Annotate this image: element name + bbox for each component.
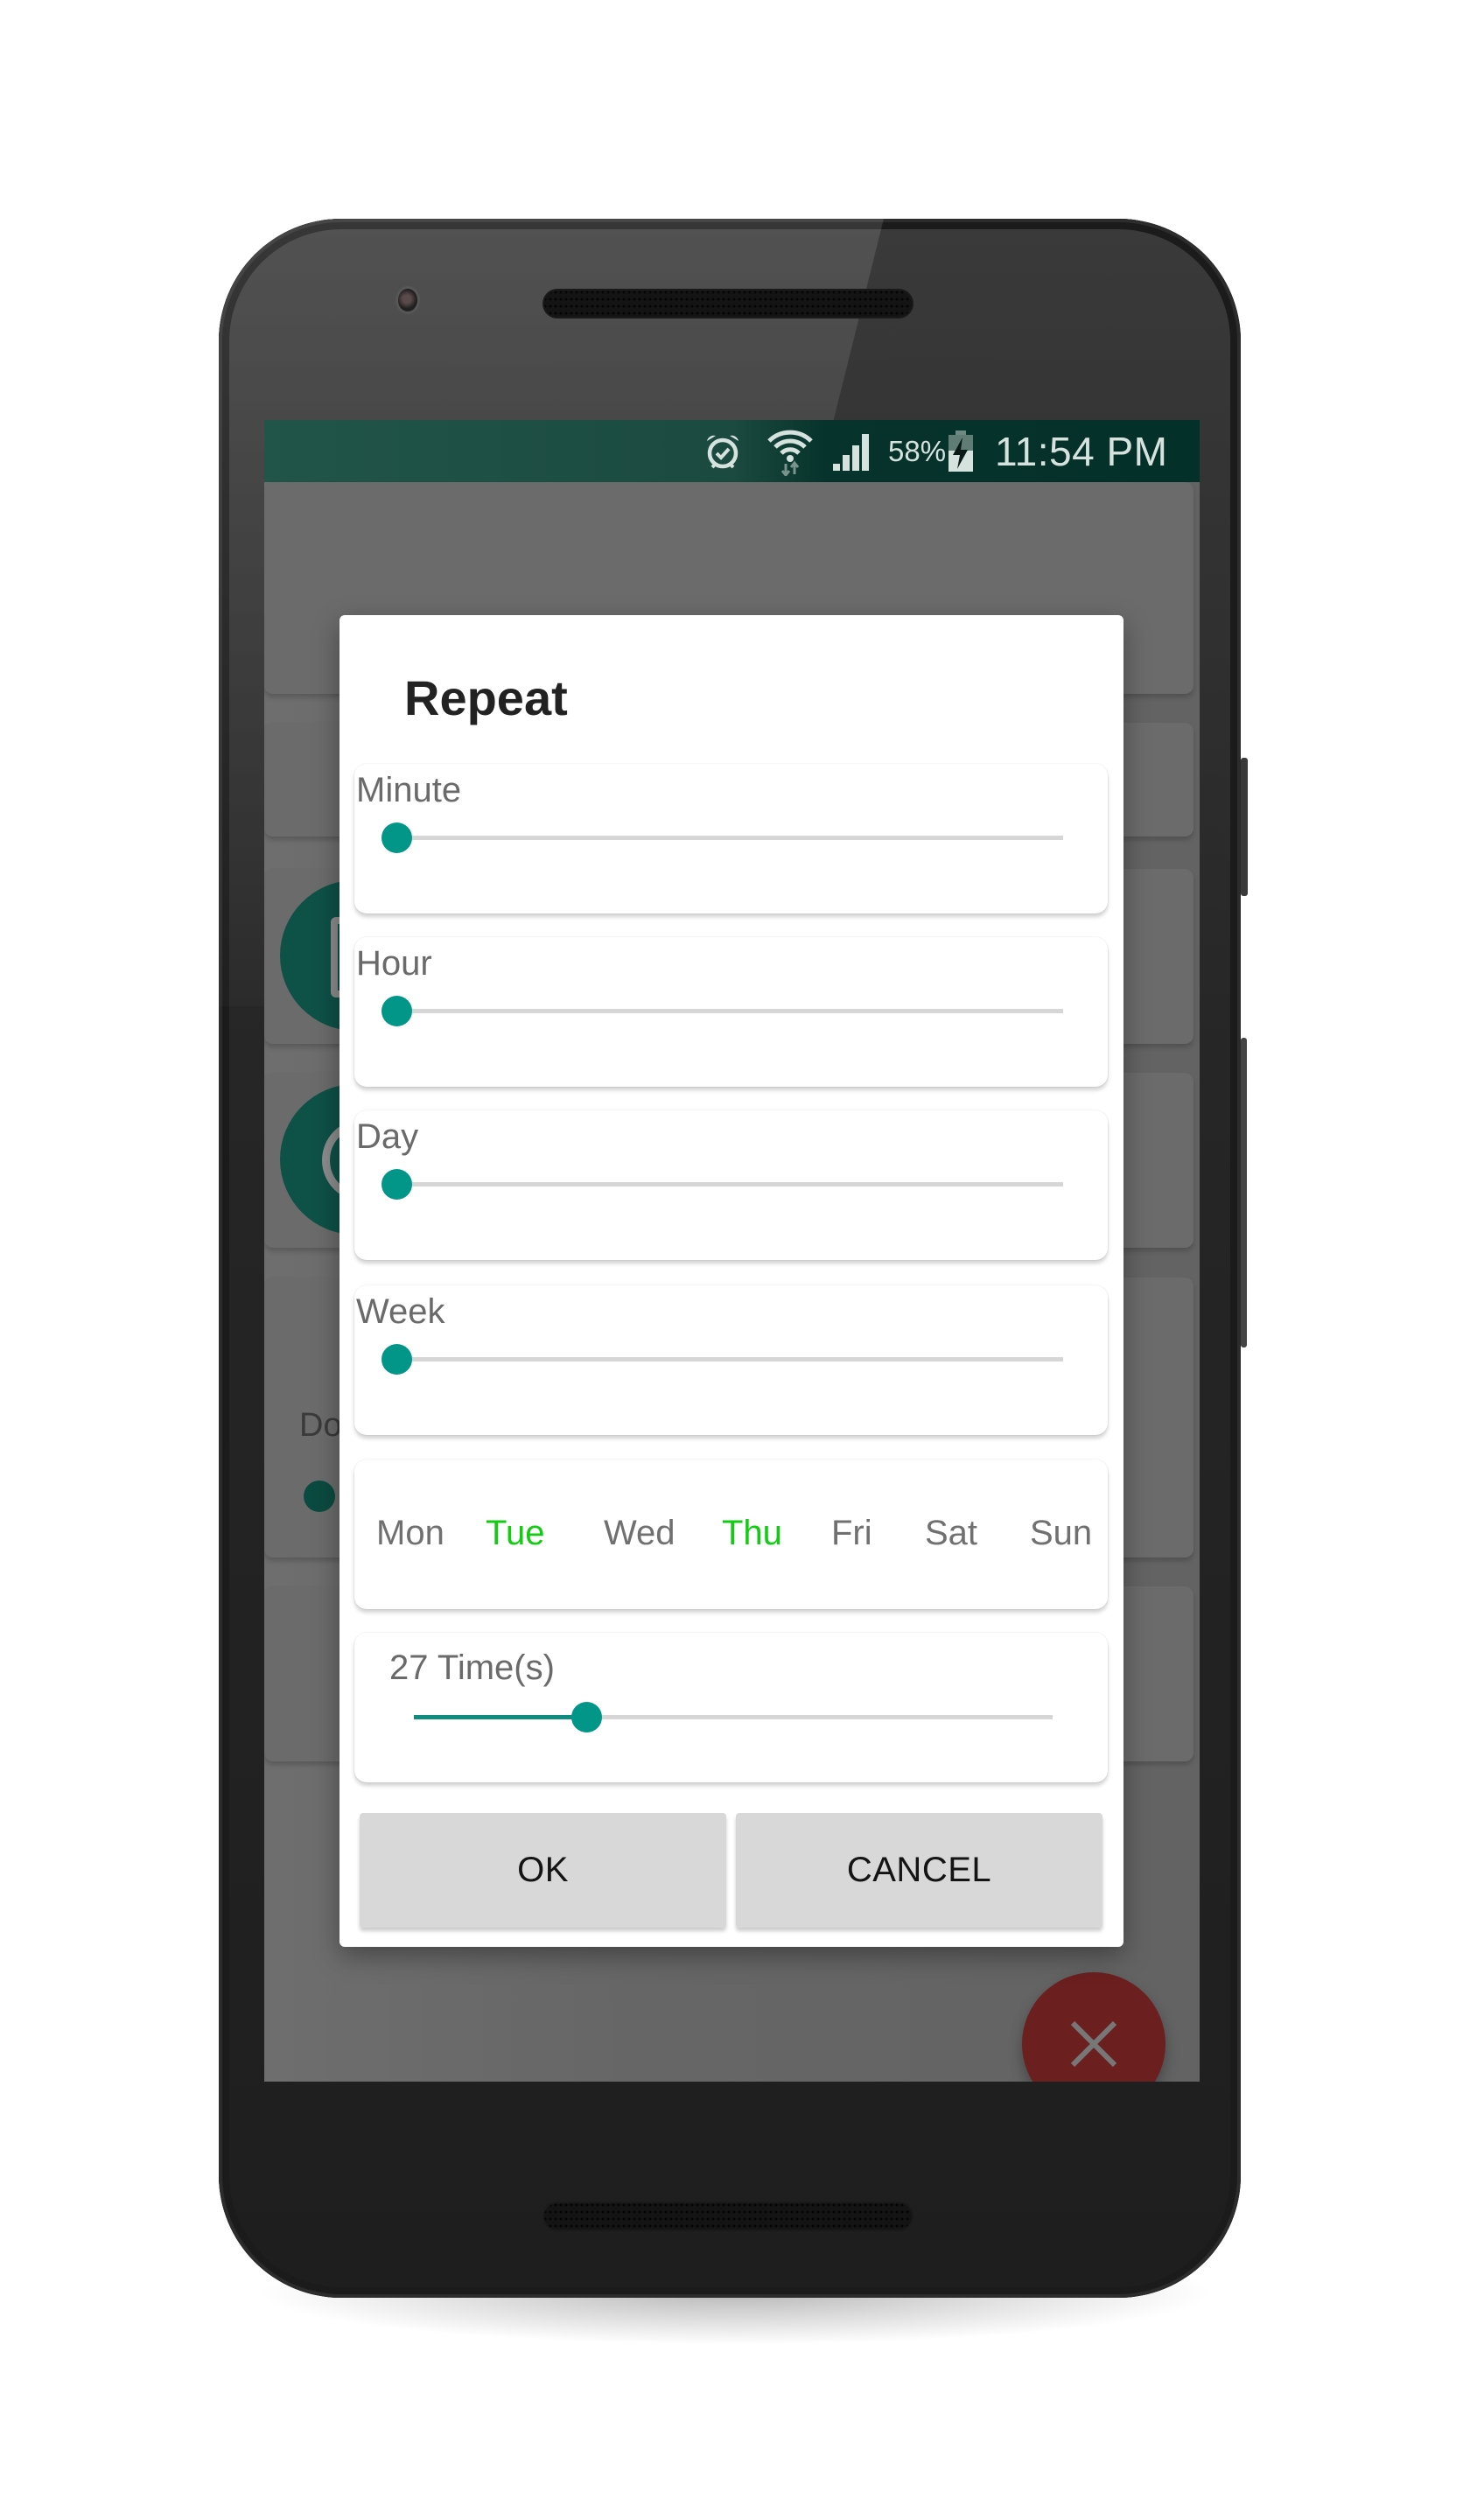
- status-time: 11:54 PM: [995, 428, 1168, 474]
- minute-slider[interactable]: [382, 820, 1063, 855]
- close-icon: [1069, 2020, 1118, 2068]
- slider-thumb[interactable]: [382, 996, 412, 1026]
- slider-track: [396, 1009, 1063, 1013]
- weekdays-card: Mon Tue Wed Thu Fri Sat Sun: [354, 1460, 1108, 1609]
- close-fab[interactable]: [1022, 1972, 1166, 2082]
- slider-thumb[interactable]: [571, 1702, 603, 1732]
- top-speaker: [542, 289, 914, 318]
- battery-charging-icon: [948, 420, 974, 482]
- hour-label: Hour: [356, 944, 432, 983]
- weekday-selector: Mon Tue Wed Thu Fri Sat Sun: [354, 1460, 1108, 1609]
- slider-thumb[interactable]: [382, 1169, 412, 1200]
- weekday-sun[interactable]: Sun: [1030, 1514, 1092, 1553]
- times-card: 27 Time(s): [354, 1633, 1108, 1782]
- weekday-fri[interactable]: Fri: [831, 1514, 872, 1553]
- week-slider[interactable]: [382, 1341, 1063, 1376]
- ok-button[interactable]: OK: [360, 1813, 726, 1928]
- slider-track: [396, 836, 1063, 840]
- slider-thumb[interactable]: [382, 1344, 412, 1375]
- day-card: Day: [354, 1110, 1108, 1260]
- volume-button: [1241, 1038, 1247, 1348]
- weekday-sat[interactable]: Sat: [925, 1514, 977, 1553]
- minute-card: Minute: [354, 764, 1108, 914]
- minute-label: Minute: [356, 771, 462, 809]
- bottom-speaker: [542, 2202, 914, 2231]
- status-bar: 58% 11:54 PM: [264, 420, 1200, 482]
- cancel-button[interactable]: CANCEL: [736, 1813, 1102, 1928]
- day-label: Day: [356, 1117, 419, 1156]
- day-slider[interactable]: [382, 1166, 1063, 1201]
- slider-thumb[interactable]: [382, 822, 412, 853]
- slider-track: [396, 1182, 1063, 1186]
- weekday-thu[interactable]: Thu: [722, 1514, 782, 1553]
- battery-percent: 58%: [888, 434, 947, 467]
- hour-card: Hour: [354, 937, 1108, 1087]
- times-label: 27 Time(s): [389, 1648, 555, 1687]
- dialog-title: Repeat: [404, 670, 568, 725]
- slider-track: [396, 1357, 1063, 1362]
- bg-partial-label: Do: [299, 1407, 342, 1444]
- hour-slider[interactable]: [382, 993, 1063, 1028]
- wifi-icon: [766, 420, 814, 482]
- weekday-wed[interactable]: Wed: [604, 1514, 676, 1553]
- cell-signal-icon: [831, 420, 875, 482]
- weekday-mon[interactable]: Mon: [376, 1514, 444, 1553]
- times-slider[interactable]: [414, 1699, 1053, 1734]
- week-card: Week: [354, 1285, 1108, 1435]
- front-camera: [398, 289, 417, 312]
- power-button: [1241, 758, 1248, 896]
- weekday-tue[interactable]: Tue: [486, 1514, 544, 1553]
- week-label: Week: [356, 1292, 445, 1331]
- slider-fill: [414, 1715, 587, 1719]
- alarm-icon: [702, 420, 744, 482]
- repeat-dialog: Repeat Minute Hour Day Week Mon Tue Wed …: [340, 615, 1124, 1947]
- bg-slider-thumb: [304, 1480, 335, 1512]
